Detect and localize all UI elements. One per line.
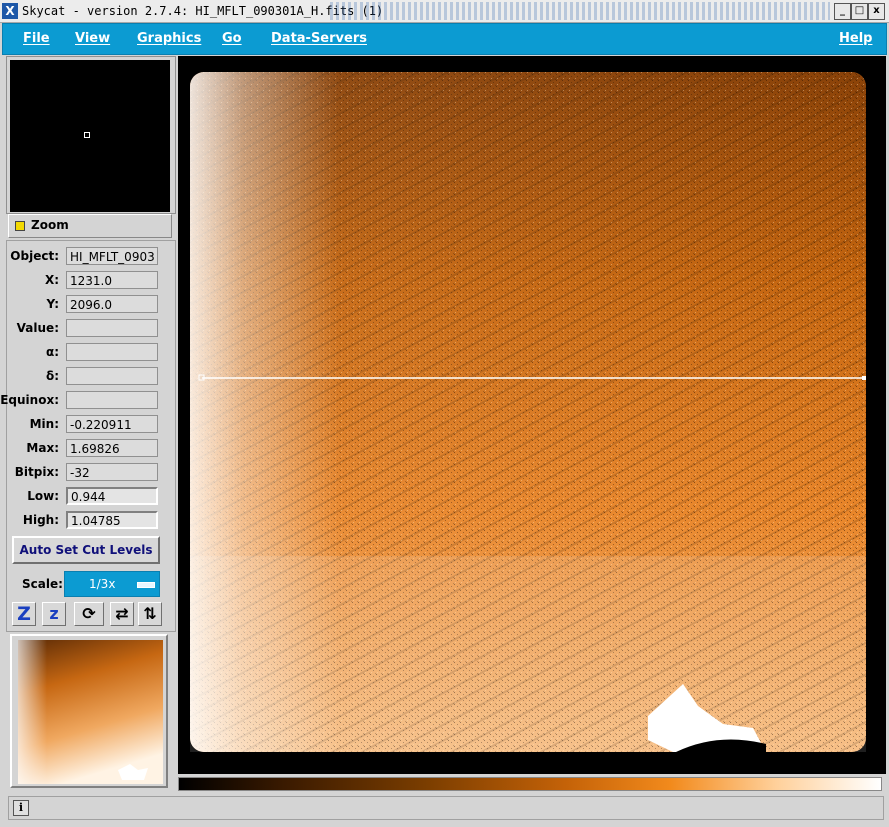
label-y: Y: bbox=[46, 297, 59, 311]
pan-window[interactable] bbox=[10, 60, 170, 212]
flip-y-icon: ⇅ bbox=[143, 604, 157, 623]
field-x: 1231.0 bbox=[66, 271, 158, 289]
field-y: 2096.0 bbox=[66, 295, 158, 313]
flip-y-button[interactable]: ⇅ bbox=[138, 602, 162, 626]
field-high[interactable]: 1.04785 bbox=[66, 511, 158, 529]
field-equinox bbox=[66, 391, 158, 409]
zoom-out-button[interactable]: z bbox=[42, 602, 66, 626]
scale-value: 1/3x bbox=[89, 577, 116, 591]
colorbar[interactable] bbox=[178, 777, 882, 791]
info-icon: i bbox=[13, 800, 29, 816]
menu-help[interactable]: Help bbox=[839, 31, 872, 46]
label-low: Low: bbox=[27, 489, 59, 503]
rotate-button[interactable]: ⟳ bbox=[74, 602, 104, 626]
label-field4: α: bbox=[45, 345, 59, 359]
flip-x-button[interactable]: ⇄ bbox=[110, 602, 134, 626]
menu-graphics[interactable]: Graphics bbox=[137, 31, 201, 46]
minimize-button[interactable]: _ bbox=[834, 3, 851, 20]
window-menu-icon[interactable]: X bbox=[2, 3, 18, 19]
menu-go[interactable]: Go bbox=[222, 31, 242, 46]
label-field5: δ: bbox=[45, 369, 59, 383]
label-equinox: Equinox: bbox=[0, 393, 59, 407]
cut-line-handle-right[interactable] bbox=[862, 376, 866, 380]
field-min: -0.220911 bbox=[66, 415, 158, 433]
field-low[interactable]: 0.944 bbox=[66, 487, 158, 505]
rotate-icon: ⟳ bbox=[82, 604, 96, 623]
scale-label: Scale: bbox=[22, 577, 63, 591]
maximize-button[interactable]: □ bbox=[851, 3, 868, 20]
field-max: 1.69826 bbox=[66, 439, 158, 457]
menu-view[interactable]: View bbox=[75, 31, 110, 46]
label-max: Max: bbox=[26, 441, 59, 455]
option-menu-indicator-icon bbox=[137, 582, 155, 588]
thumbnail-frame bbox=[10, 634, 168, 788]
label-object: Object: bbox=[10, 249, 59, 263]
field-field4 bbox=[66, 343, 158, 361]
flip-x-icon: ⇄ bbox=[115, 604, 129, 623]
field-bitpix: -32 bbox=[66, 463, 158, 481]
scale-menu-button[interactable]: 1/3x bbox=[64, 571, 160, 597]
pan-marker[interactable] bbox=[84, 132, 90, 138]
title-bar: X Skycat - version 2.7.4: HI_MFLT_090301… bbox=[0, 0, 889, 23]
menu-data-servers[interactable]: Data-Servers bbox=[271, 31, 367, 46]
label-high: High: bbox=[22, 513, 59, 527]
zoom-out-icon: z bbox=[49, 604, 59, 623]
status-bar: i bbox=[8, 796, 884, 820]
zoom-in-icon: Z bbox=[17, 603, 31, 625]
field-value bbox=[66, 319, 158, 337]
title-bar-pattern bbox=[330, 2, 830, 20]
label-value: Value: bbox=[16, 321, 59, 335]
zoom-label: Zoom bbox=[31, 218, 69, 232]
auto-set-cut-levels-button[interactable]: Auto Set Cut Levels bbox=[12, 536, 160, 564]
skycat-window: X Skycat - version 2.7.4: HI_MFLT_090301… bbox=[0, 0, 889, 827]
label-bitpix: Bitpix: bbox=[14, 465, 59, 479]
label-x: X: bbox=[44, 273, 59, 287]
field-object: HI_MFLT_0903 bbox=[66, 247, 158, 265]
close-button[interactable]: x bbox=[868, 3, 885, 20]
fits-image[interactable] bbox=[178, 56, 886, 774]
thumbnail-image[interactable] bbox=[18, 640, 163, 784]
field-field5 bbox=[66, 367, 158, 385]
label-min: Min: bbox=[29, 417, 59, 431]
menu-bar: File View Graphics Go Data-Servers Help bbox=[2, 23, 887, 55]
image-display[interactable] bbox=[178, 56, 886, 774]
zoom-toggle-button[interactable]: Zoom bbox=[8, 214, 172, 238]
zoom-indicator-icon bbox=[15, 221, 25, 231]
zoom-in-button[interactable]: Z bbox=[12, 602, 36, 626]
menu-file[interactable]: File bbox=[23, 31, 50, 46]
